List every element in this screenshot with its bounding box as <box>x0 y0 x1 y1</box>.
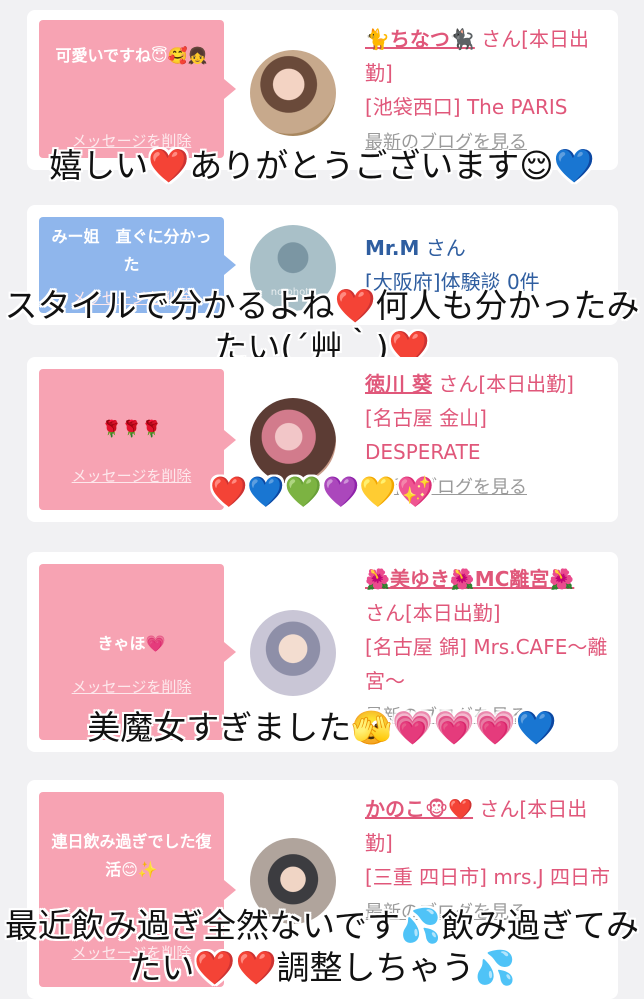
profile-status: さん[本日出勤] <box>438 372 574 396</box>
delete-message-link[interactable]: メッセージを削除 <box>39 676 224 697</box>
profile-name-link[interactable]: 徳川 葵 <box>365 372 432 396</box>
caption: ❤️💙💚💜💛💖 <box>209 475 435 510</box>
caption: 美魔女すぎました🫣💗💗💗💙 <box>87 708 557 747</box>
message-text: みー姐 直ぐに分かった <box>51 227 212 274</box>
caption: 嬉しい❤️ありがとうございます😌💙 <box>49 146 595 185</box>
avatar[interactable] <box>250 50 336 136</box>
avatar[interactable] <box>250 610 336 696</box>
caption: 最近飲み過ぎ全然ないです💦飲み過ぎてみたい❤️❤️調整しちゃう💦 <box>4 906 640 987</box>
message-text: 🌹🌹🌹 <box>101 419 162 438</box>
profile-location: [池袋西口] The PARIS <box>365 95 568 119</box>
profile-location: [名古屋 錦] Mrs.CAFE～離宮～ <box>365 635 608 693</box>
message-text: 可愛いですね😇🥰👧 <box>55 46 208 65</box>
profile-location: [三重 四日市] mrs.J 四日市 <box>365 865 611 889</box>
profile-name-link[interactable]: 🐈ちなつ🐈‍⬛ <box>365 27 475 51</box>
message-bubble: 可愛いですね😇🥰👧 メッセージを削除 <box>39 20 236 158</box>
profile-info: 🐈ちなつ🐈‍⬛ さん[本日出勤] [池袋西口] The PARIS 最新のブログ… <box>365 22 613 160</box>
profile-name-link[interactable]: 🌺美ゆき🌺MC離宮🌺 <box>365 567 574 591</box>
profile-status: さん[本日出勤] <box>365 601 501 625</box>
profile-location: [名古屋 金山] DESPERATE <box>365 406 487 464</box>
profile-status: さん <box>425 236 466 260</box>
message-text: きゃほ💗 <box>97 634 166 653</box>
message-text: 連日飲み過ぎでした復活😊✨ <box>51 832 212 879</box>
profile-name-link[interactable]: Mr.M <box>365 236 419 260</box>
profile-name-link[interactable]: かのこ🐵❤️ <box>365 797 473 821</box>
